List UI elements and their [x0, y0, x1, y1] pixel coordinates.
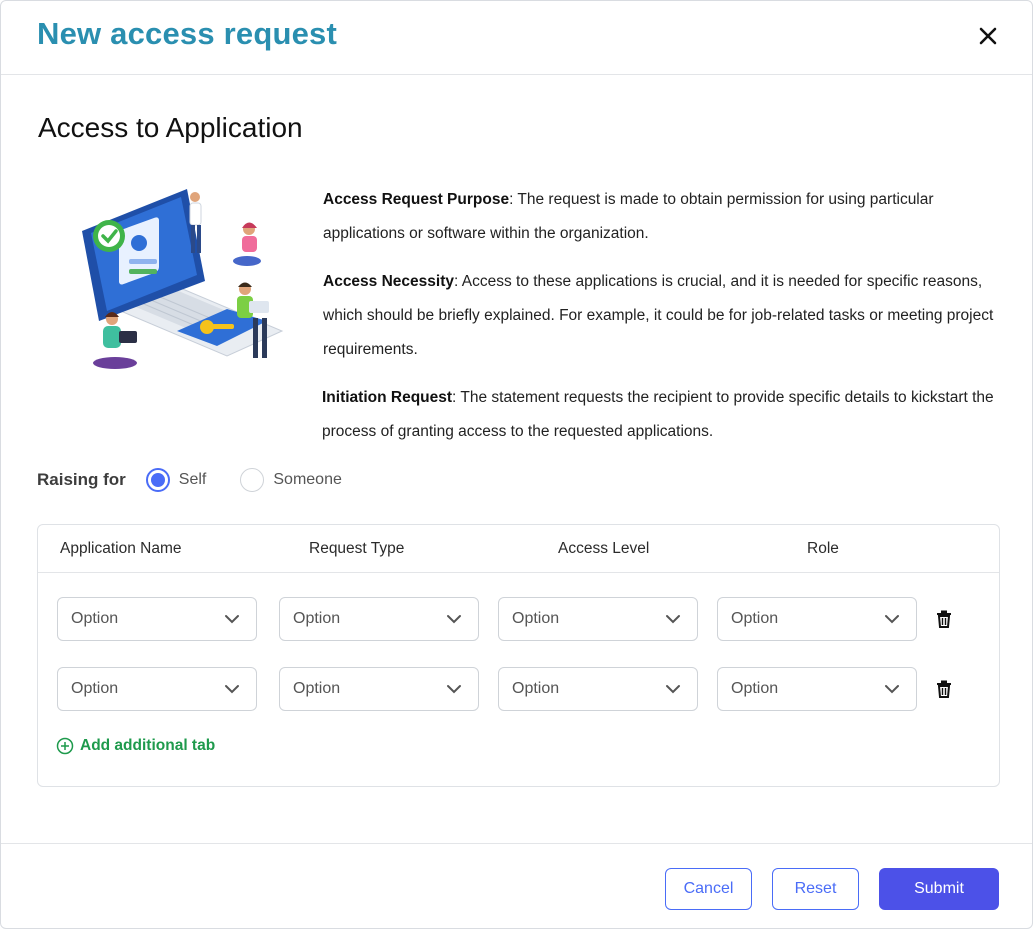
request-type-select[interactable]: Option [279, 597, 479, 641]
info-necessity: Access Necessity: Access to these applic… [323, 273, 994, 358]
select-value: Option [71, 680, 119, 697]
trash-icon [937, 680, 951, 698]
info-initiation: Initiation Request: The statement reques… [322, 389, 994, 440]
header-application-name: Application Name [60, 540, 182, 557]
trash-icon [937, 610, 951, 628]
cancel-button[interactable]: Cancel [665, 868, 752, 910]
chevron-down-icon [666, 685, 680, 694]
chevron-down-icon [666, 615, 680, 624]
modal-title: New access request [37, 16, 337, 51]
access-illustration [82, 189, 284, 369]
header-request-type: Request Type [309, 540, 405, 557]
close-button[interactable] [973, 21, 1003, 51]
section-title: Access to Application [38, 112, 303, 143]
radio-self[interactable]: Self [145, 468, 207, 492]
access-level-select[interactable]: Option [498, 667, 698, 711]
raising-for-group: Raising for Self Someone [37, 463, 376, 497]
chevron-down-icon [885, 615, 899, 624]
select-value: Option [731, 610, 779, 627]
submit-button[interactable]: Submit [879, 868, 999, 910]
add-additional-tab-button[interactable]: Add additional tab [56, 737, 215, 755]
request-type-select[interactable]: Option [279, 667, 479, 711]
delete-row-button[interactable] [933, 608, 955, 630]
role-select[interactable]: Option [717, 667, 917, 711]
raising-for-label: Raising for [37, 470, 126, 489]
chevron-down-icon [225, 685, 239, 694]
modal-footer: Cancel Reset Submit [1, 843, 1032, 928]
chevron-down-icon [225, 615, 239, 624]
application-name-select[interactable]: Option [57, 597, 257, 641]
add-additional-tab-label: Add additional tab [80, 737, 216, 754]
modal-header: New access request [1, 1, 1032, 75]
access-level-select[interactable]: Option [498, 597, 698, 641]
select-value: Option [512, 680, 560, 697]
select-value: Option [293, 680, 341, 697]
chevron-down-icon [447, 685, 461, 694]
chevron-down-icon [885, 685, 899, 694]
select-value: Option [512, 610, 560, 627]
header-role: Role [807, 540, 839, 557]
role-select[interactable]: Option [717, 597, 917, 641]
select-value: Option [731, 680, 779, 697]
delete-row-button[interactable] [933, 678, 955, 700]
radio-self-label: Self [178, 471, 207, 488]
application-name-select[interactable]: Option [57, 667, 257, 711]
access-table: Application Name Request Type Access Lev… [37, 524, 1000, 787]
radio-someone-label: Someone [273, 471, 342, 488]
radio-someone[interactable]: Someone [240, 468, 342, 492]
radio-self-indicator[interactable] [145, 468, 170, 492]
select-value: Option [71, 610, 119, 627]
close-icon [979, 27, 997, 45]
table-header: Application Name Request Type Access Lev… [38, 525, 999, 573]
info-text: Access Request Purpose: The request is m… [322, 183, 1003, 463]
reset-button[interactable]: Reset [772, 868, 859, 910]
info-purpose: Access Request Purpose: The request is m… [323, 191, 934, 242]
chevron-down-icon [447, 615, 461, 624]
select-value: Option [293, 610, 341, 627]
radio-someone-indicator[interactable] [240, 468, 265, 492]
plus-circle-icon [56, 737, 74, 755]
access-request-modal: New access request Access to Application [0, 0, 1033, 929]
header-access-level: Access Level [558, 540, 650, 557]
